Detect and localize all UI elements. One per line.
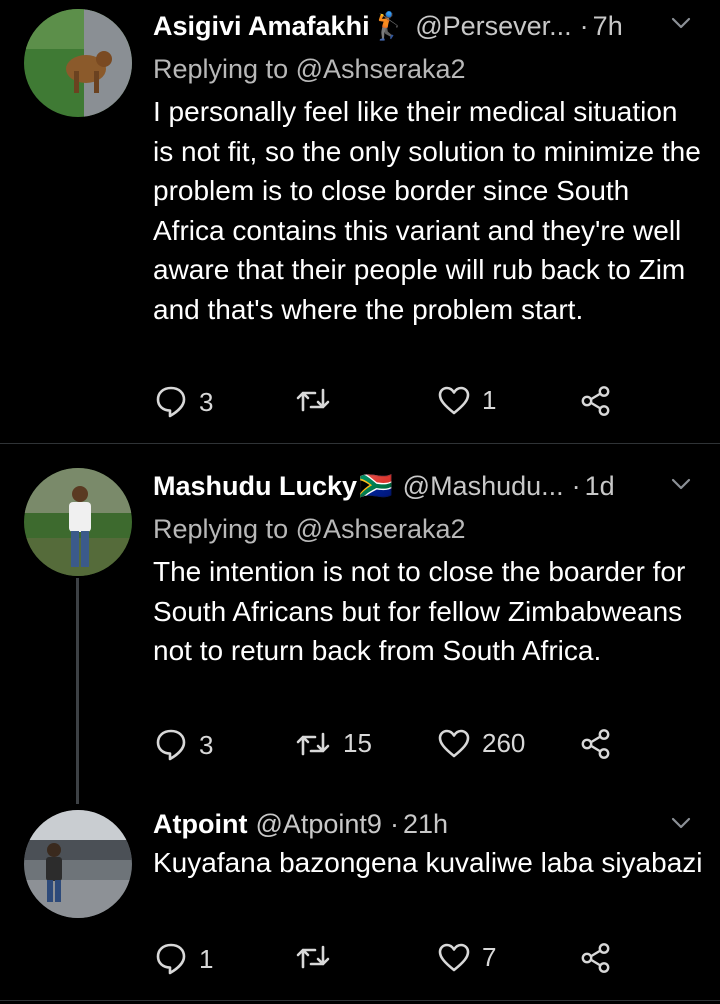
like-button[interactable]: 7 [438, 942, 496, 973]
separator-dot: · [389, 808, 399, 839]
timestamp[interactable]: 1d [585, 471, 615, 502]
separator-dot: · [579, 10, 589, 41]
user-handle[interactable]: @Atpoint9 [255, 809, 381, 840]
reply-icon [156, 386, 186, 418]
display-name[interactable]: Asigivi Amafakhi [153, 11, 370, 42]
reply-count: 3 [199, 729, 214, 760]
tweet-text: The intention is not to close the boarde… [153, 556, 686, 666]
reply-count: 3 [199, 386, 214, 417]
retweet-button[interactable]: 15 [295, 728, 372, 759]
chevron-down-icon[interactable] [670, 473, 692, 495]
retweet-icon [296, 388, 330, 412]
share-button[interactable] [580, 728, 612, 760]
like-button[interactable]: 1 [438, 385, 496, 416]
tweet-text: I personally feel like their medical sit… [153, 96, 701, 325]
tweet-actions: 3 15 260 [155, 728, 615, 764]
user-handle[interactable]: @Mashudu... [403, 471, 564, 502]
user-handle[interactable]: @Persever... [415, 11, 571, 42]
retweet-icon [296, 732, 330, 755]
separator-dot: · [571, 470, 581, 501]
like-button[interactable]: 260 [438, 728, 525, 759]
thread-connector [76, 578, 79, 804]
display-name[interactable]: Mashudu Lucky [153, 471, 357, 502]
reply-icon [156, 943, 186, 975]
share-button[interactable] [580, 942, 612, 974]
timestamp[interactable]: 7h [593, 11, 623, 42]
replying-to[interactable]: Replying to @Ashseraka2 [153, 54, 466, 85]
avatar[interactable] [24, 468, 132, 576]
tweet-header: Mashudu Lucky 🇿🇦 @Mashudu... · 1d [153, 468, 720, 504]
heart-icon [438, 943, 470, 971]
reply-button[interactable]: 1 [155, 942, 213, 976]
timestamp[interactable]: 21h [403, 809, 448, 840]
like-count: 1 [482, 385, 497, 415]
name-emoji: 🏌 [371, 11, 406, 41]
avatar[interactable] [24, 810, 132, 918]
tweet-divider [0, 1000, 720, 1001]
tweet-header: Asigivi Amafakhi 🏌 @Persever... · 7h [153, 8, 720, 44]
tweet-1[interactable]: Asigivi Amafakhi 🏌 @Persever... · 7h Rep… [0, 0, 720, 443]
retweet-count: 15 [343, 728, 372, 758]
share-icon [581, 386, 610, 416]
heart-icon [438, 386, 470, 414]
tweet-text: Kuyafana bazongena kuvaliwe laba siyabaz… [153, 847, 703, 878]
like-count: 7 [482, 942, 497, 972]
share-icon [581, 729, 610, 759]
tweet-2[interactable]: Mashudu Lucky 🇿🇦 @Mashudu... · 1d Replyi… [0, 444, 720, 804]
reply-icon [156, 729, 186, 761]
tweet-header: Atpoint @Atpoint9 · 21h [153, 806, 720, 842]
replying-to[interactable]: Replying to @Ashseraka2 [153, 514, 466, 545]
name-emoji: 🇿🇦 [359, 471, 393, 501]
reply-count: 1 [199, 943, 214, 974]
retweet-button[interactable] [295, 385, 343, 415]
tweet-actions: 3 1 [155, 385, 615, 421]
retweet-button[interactable] [295, 942, 343, 972]
retweet-icon [296, 945, 330, 969]
reply-button[interactable]: 3 [155, 385, 213, 419]
avatar[interactable] [24, 9, 132, 117]
share-button[interactable] [580, 385, 612, 417]
share-icon [581, 943, 610, 973]
chevron-down-icon[interactable] [670, 812, 692, 834]
chevron-down-icon[interactable] [670, 12, 692, 34]
reply-button[interactable]: 3 [155, 728, 213, 762]
tweet-actions: 1 7 [155, 942, 615, 978]
heart-icon [438, 729, 470, 757]
tweet-3[interactable]: Atpoint @Atpoint9 · 21h Kuyafana bazonge… [0, 804, 720, 1000]
like-count: 260 [482, 728, 526, 758]
display-name[interactable]: Atpoint [153, 809, 247, 840]
